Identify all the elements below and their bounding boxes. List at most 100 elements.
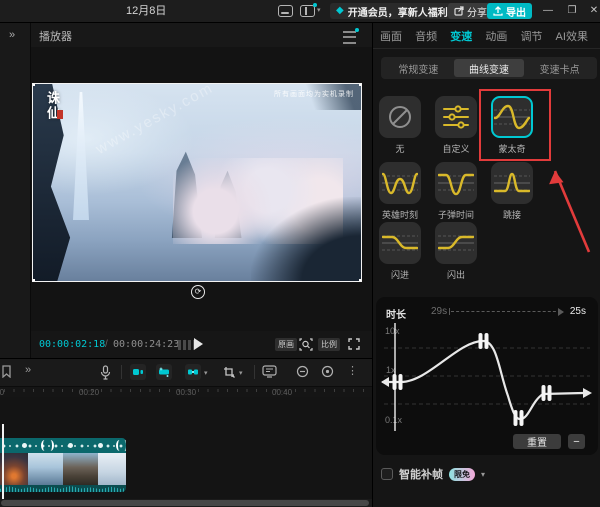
game-logo-seal bbox=[57, 110, 63, 119]
fullscreen-icon[interactable] bbox=[348, 338, 360, 350]
frame-step-icon[interactable] bbox=[178, 340, 194, 350]
remove-point-button[interactable]: − bbox=[568, 434, 585, 449]
preview-zoom-icon[interactable] bbox=[299, 338, 313, 351]
ratio-button[interactable]: 比例 bbox=[318, 338, 340, 351]
flash-out-curve-icon bbox=[438, 229, 474, 257]
freeze-frame-tool-icon[interactable] bbox=[130, 364, 146, 380]
total-timecode: 00:00:24:23 bbox=[113, 339, 179, 350]
frame-interpolation-row: 智能补帧 限免 ▾ bbox=[381, 466, 485, 482]
maximize-button[interactable]: ❐ bbox=[562, 0, 582, 22]
preset-hero-moment[interactable]: 英雄时刻 bbox=[372, 162, 428, 221]
player-menu-icon[interactable] bbox=[343, 31, 356, 44]
selection-handle[interactable] bbox=[33, 279, 35, 281]
clip-thumbnail bbox=[0, 453, 28, 485]
timecode-separator: / bbox=[105, 339, 108, 350]
close-button[interactable]: ✕ bbox=[584, 0, 600, 22]
none-icon bbox=[387, 104, 413, 130]
toolbar-divider bbox=[121, 365, 122, 379]
tab-adjust[interactable]: 调节 bbox=[520, 28, 542, 44]
quality-button[interactable]: 原画 bbox=[275, 338, 297, 351]
ruler-label: 00:20 bbox=[79, 388, 99, 397]
export-icon bbox=[493, 6, 503, 16]
preset-flash-out[interactable]: 闪出 bbox=[428, 222, 484, 281]
sliders-icon bbox=[441, 104, 471, 130]
ruler-label: 00:30 bbox=[176, 388, 196, 397]
timeline-playhead[interactable] bbox=[2, 424, 4, 507]
captions-icon[interactable] bbox=[278, 5, 293, 17]
beat-marker[interactable] bbox=[22, 443, 27, 448]
play-button[interactable] bbox=[194, 338, 203, 350]
preset-none[interactable]: 无 bbox=[372, 96, 428, 155]
scrollbar-thumb[interactable] bbox=[1, 500, 369, 506]
capcut-app-window: 12月8日 ▾ ◆ 开通会员，享新人福利 分享 导出 — ❐ ✕ bbox=[0, 0, 600, 507]
preset-bullet-time[interactable]: 子弹时间 bbox=[428, 162, 484, 221]
current-timecode: 00:00:02:18 bbox=[39, 339, 105, 350]
timeline-scrollbar[interactable] bbox=[0, 499, 372, 507]
frame-interpolation-checkbox[interactable] bbox=[381, 468, 393, 480]
tab-ai-effects[interactable]: AI效果 bbox=[556, 28, 588, 44]
curve-handle-icon[interactable] bbox=[47, 440, 54, 451]
vip-gem-icon: ◆ bbox=[336, 6, 344, 16]
share-icon bbox=[454, 6, 464, 16]
beat-marker[interactable] bbox=[98, 443, 103, 448]
share-label: 分享 bbox=[467, 4, 487, 19]
speed-tool-icon[interactable] bbox=[185, 364, 201, 380]
ruler-label: 00:10 bbox=[0, 388, 4, 397]
clip-thumbnail bbox=[63, 453, 98, 485]
chevron-down-icon[interactable]: ▾ bbox=[239, 369, 243, 377]
beat-marker[interactable] bbox=[68, 443, 73, 448]
media-panel-collapsed: » bbox=[0, 23, 31, 358]
preset-jump-cut[interactable]: 跳接 bbox=[484, 162, 540, 221]
subtab-curve-speed[interactable]: 曲线变速 bbox=[454, 59, 525, 77]
subtab-beat-speed[interactable]: 变速卡点 bbox=[524, 59, 595, 77]
zoom-out-icon[interactable] bbox=[296, 365, 309, 378]
tab-picture[interactable]: 画面 bbox=[380, 28, 402, 44]
selection-handle[interactable] bbox=[359, 84, 361, 86]
membership-banner[interactable]: ◆ 开通会员，享新人福利 bbox=[330, 3, 462, 19]
timeline-toolbar: » ▾ ▾ bbox=[0, 359, 372, 386]
smart-edit-tool-icon[interactable] bbox=[156, 364, 172, 380]
video-clip[interactable] bbox=[0, 438, 126, 492]
curve-right-arrow bbox=[583, 388, 592, 398]
microphone-icon[interactable] bbox=[100, 365, 111, 380]
layout-switch-icon[interactable] bbox=[300, 5, 315, 17]
video-preview[interactable]: 诛仙 所有画面均为实机录制 www.yesky.com bbox=[33, 84, 361, 281]
zoom-fit-icon[interactable] bbox=[321, 365, 334, 378]
limited-free-badge: 限免 bbox=[449, 468, 475, 481]
preset-custom[interactable]: 自定义 bbox=[428, 96, 484, 155]
collapse-tracks-icon[interactable]: » bbox=[25, 364, 31, 376]
tab-animation[interactable]: 动画 bbox=[485, 28, 507, 44]
titlebar: 12月8日 ▾ ◆ 开通会员，享新人福利 分享 导出 — ❐ ✕ bbox=[0, 0, 600, 23]
chevron-down-icon[interactable]: ▾ bbox=[481, 470, 485, 479]
project-date: 12月8日 bbox=[126, 0, 166, 22]
speed-curve-graph[interactable]: 10x 1x 0.1x bbox=[380, 321, 594, 433]
speed-curve[interactable] bbox=[383, 341, 583, 419]
export-button[interactable]: 导出 bbox=[487, 3, 532, 19]
expand-panel-icon[interactable]: » bbox=[9, 29, 15, 41]
tab-audio[interactable]: 音频 bbox=[415, 28, 437, 44]
chevron-down-icon[interactable]: ▾ bbox=[317, 6, 321, 14]
more-options-icon[interactable]: ⋮ bbox=[347, 364, 358, 377]
selection-handle[interactable] bbox=[359, 279, 361, 281]
selection-handle[interactable] bbox=[33, 84, 35, 86]
playback-bar: 00:00:02:18 / 00:00:24:23 原画 比例 bbox=[31, 331, 372, 358]
clip-beat-track[interactable] bbox=[0, 438, 126, 453]
highlight-box bbox=[479, 89, 551, 161]
chevron-down-icon[interactable]: ▾ bbox=[204, 369, 208, 377]
hero-curve-icon bbox=[382, 169, 418, 197]
preview-axis-icon[interactable] bbox=[262, 365, 277, 378]
crop-tool-icon[interactable] bbox=[221, 364, 237, 380]
track-area[interactable] bbox=[0, 397, 372, 499]
flash-in-curve-icon bbox=[382, 229, 418, 257]
bookmark-icon[interactable] bbox=[2, 365, 11, 378]
reset-button[interactable]: 重置 bbox=[513, 434, 561, 449]
minimize-button[interactable]: — bbox=[538, 0, 558, 22]
tab-speed[interactable]: 变速 bbox=[450, 28, 472, 44]
player-header: 播放器 bbox=[31, 23, 372, 47]
curve-handle-icon[interactable] bbox=[121, 440, 126, 451]
rotate-handle[interactable]: ⟳ bbox=[191, 285, 205, 299]
subtab-normal-speed[interactable]: 常规变速 bbox=[383, 59, 454, 77]
preset-flash-in[interactable]: 闪进 bbox=[372, 222, 428, 281]
toolbar-divider bbox=[254, 365, 255, 379]
ruler-label: 00:40 bbox=[272, 388, 292, 397]
